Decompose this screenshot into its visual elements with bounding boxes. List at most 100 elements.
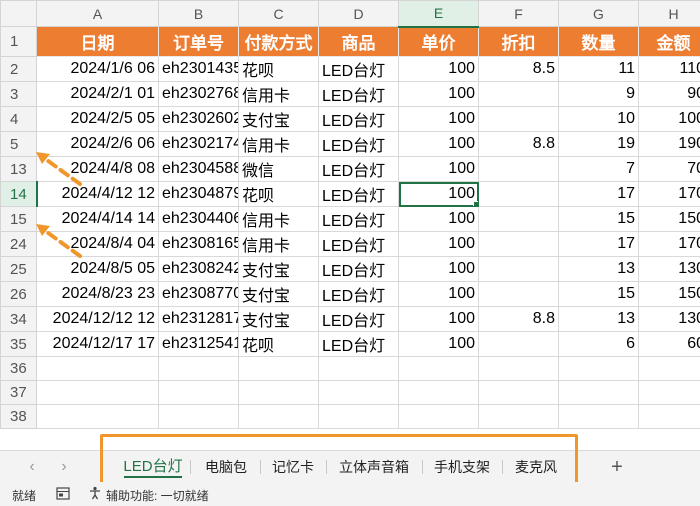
discount-cell[interactable]: 8.8 [478, 306, 559, 332]
order-cell[interactable]: eh2304879 [158, 181, 239, 207]
payment-cell[interactable]: 支付宝 [238, 106, 319, 132]
row-header[interactable]: 24 [0, 231, 37, 257]
row-header[interactable]: 38 [0, 404, 37, 429]
payment-cell[interactable]: 信用卡 [238, 231, 319, 257]
column-header-e[interactable]: E [398, 0, 479, 28]
quantity-cell[interactable]: 6 [558, 331, 639, 357]
order-cell[interactable]: eh2312541 [158, 331, 239, 357]
empty-cell[interactable] [158, 380, 239, 405]
empty-cell[interactable] [558, 404, 639, 429]
row-header[interactable]: 3 [0, 81, 37, 107]
empty-cell[interactable] [398, 380, 479, 405]
date-cell[interactable]: 2024/2/1 01 [36, 81, 159, 107]
order-cell[interactable]: eh2302602 [158, 106, 239, 132]
row-header[interactable]: 25 [0, 256, 37, 282]
date-cell[interactable]: 2024/1/6 06 [36, 56, 159, 82]
discount-cell[interactable]: 8.5 [478, 56, 559, 82]
order-cell[interactable]: eh2312817 [158, 306, 239, 332]
sheet-tab-led-lamp[interactable]: LED台灯 [120, 453, 186, 481]
header-cell[interactable]: 日期 [36, 26, 159, 57]
empty-cell[interactable] [158, 404, 239, 429]
amount-cell[interactable]: 190 [638, 131, 700, 157]
price-cell[interactable]: 100 [398, 306, 479, 332]
empty-cell[interactable] [638, 404, 700, 429]
date-cell[interactable]: 2024/12/17 17 [36, 331, 159, 357]
empty-cell[interactable] [398, 404, 479, 429]
quantity-cell[interactable]: 15 [558, 281, 639, 307]
header-cell[interactable]: 折扣 [478, 26, 559, 57]
order-cell[interactable]: eh2302174 [158, 131, 239, 157]
payment-cell[interactable]: 微信 [238, 156, 319, 182]
price-cell[interactable]: 100 [398, 206, 479, 232]
amount-cell[interactable]: 130 [638, 256, 700, 282]
header-cell[interactable]: 订单号 [158, 26, 239, 57]
status-accessibility[interactable]: 辅助功能: 一切就绪 [106, 487, 209, 504]
quantity-cell[interactable]: 13 [558, 306, 639, 332]
payment-cell[interactable]: 信用卡 [238, 81, 319, 107]
fill-handle[interactable] [473, 201, 478, 206]
row-header[interactable]: 2 [0, 56, 37, 82]
discount-cell[interactable] [478, 106, 559, 132]
column-header-c[interactable]: C [238, 0, 319, 27]
payment-cell[interactable]: 支付宝 [238, 256, 319, 282]
quantity-cell[interactable]: 13 [558, 256, 639, 282]
product-cell[interactable]: LED台灯 [318, 81, 399, 107]
price-cell[interactable]: 100 [398, 331, 479, 357]
sheet-tab-microphone[interactable]: 麦克风 [504, 453, 568, 481]
column-header-g[interactable]: G [558, 0, 639, 27]
date-cell[interactable]: 2024/4/14 14 [36, 206, 159, 232]
date-cell[interactable]: 2024/12/12 12 [36, 306, 159, 332]
product-cell[interactable]: LED台灯 [318, 206, 399, 232]
amount-cell[interactable]: 150 [638, 281, 700, 307]
date-cell[interactable]: 2024/8/4 04 [36, 231, 159, 257]
payment-cell[interactable]: 花呗 [238, 56, 319, 82]
date-cell[interactable]: 2024/2/6 06 [36, 131, 159, 157]
discount-cell[interactable] [478, 281, 559, 307]
row-header[interactable]: 37 [0, 380, 37, 405]
row-header[interactable]: 26 [0, 281, 37, 307]
empty-cell[interactable] [558, 380, 639, 405]
date-cell[interactable]: 2024/4/12 12 [36, 181, 159, 207]
product-cell[interactable]: LED台灯 [318, 306, 399, 332]
amount-cell[interactable]: 150 [638, 206, 700, 232]
add-sheet-button[interactable]: + [605, 453, 629, 481]
price-cell[interactable]: 100 [398, 156, 479, 182]
empty-cell[interactable] [36, 380, 159, 405]
order-cell[interactable]: eh2304406 [158, 206, 239, 232]
row-header[interactable]: 34 [0, 306, 37, 332]
header-cell[interactable]: 付款方式 [238, 26, 319, 57]
empty-cell[interactable] [238, 380, 319, 405]
date-cell[interactable]: 2024/4/8 08 [36, 156, 159, 182]
empty-cell[interactable] [558, 356, 639, 381]
empty-cell[interactable] [318, 404, 399, 429]
sheet-tab-laptop-bag[interactable]: 电脑包 [194, 453, 258, 481]
product-cell[interactable]: LED台灯 [318, 181, 399, 207]
quantity-cell[interactable]: 11 [558, 56, 639, 82]
order-cell[interactable]: eh2301435 [158, 56, 239, 82]
empty-cell[interactable] [318, 356, 399, 381]
empty-cell[interactable] [398, 356, 479, 381]
product-cell[interactable]: LED台灯 [318, 231, 399, 257]
amount-cell[interactable]: 70 [638, 156, 700, 182]
date-cell[interactable]: 2024/8/23 23 [36, 281, 159, 307]
quantity-cell[interactable]: 19 [558, 131, 639, 157]
price-cell[interactable]: 100 [398, 81, 479, 107]
empty-cell[interactable] [318, 380, 399, 405]
discount-cell[interactable]: 8.8 [478, 131, 559, 157]
row-header[interactable]: 35 [0, 331, 37, 357]
prev-sheet-icon[interactable]: ‹ [22, 457, 42, 477]
date-cell[interactable]: 2024/8/5 05 [36, 256, 159, 282]
header-cell[interactable]: 金额 [638, 26, 700, 57]
payment-cell[interactable]: 信用卡 [238, 206, 319, 232]
row-header[interactable]: 15 [0, 206, 37, 232]
macro-record-icon[interactable] [56, 487, 70, 500]
discount-cell[interactable] [478, 231, 559, 257]
column-header-a[interactable]: A [36, 0, 159, 27]
column-header-d[interactable]: D [318, 0, 399, 27]
quantity-cell[interactable]: 9 [558, 81, 639, 107]
price-cell[interactable]: 100 [398, 56, 479, 82]
product-cell[interactable]: LED台灯 [318, 331, 399, 357]
empty-cell[interactable] [238, 356, 319, 381]
date-cell[interactable]: 2024/2/5 05 [36, 106, 159, 132]
product-cell[interactable]: LED台灯 [318, 56, 399, 82]
